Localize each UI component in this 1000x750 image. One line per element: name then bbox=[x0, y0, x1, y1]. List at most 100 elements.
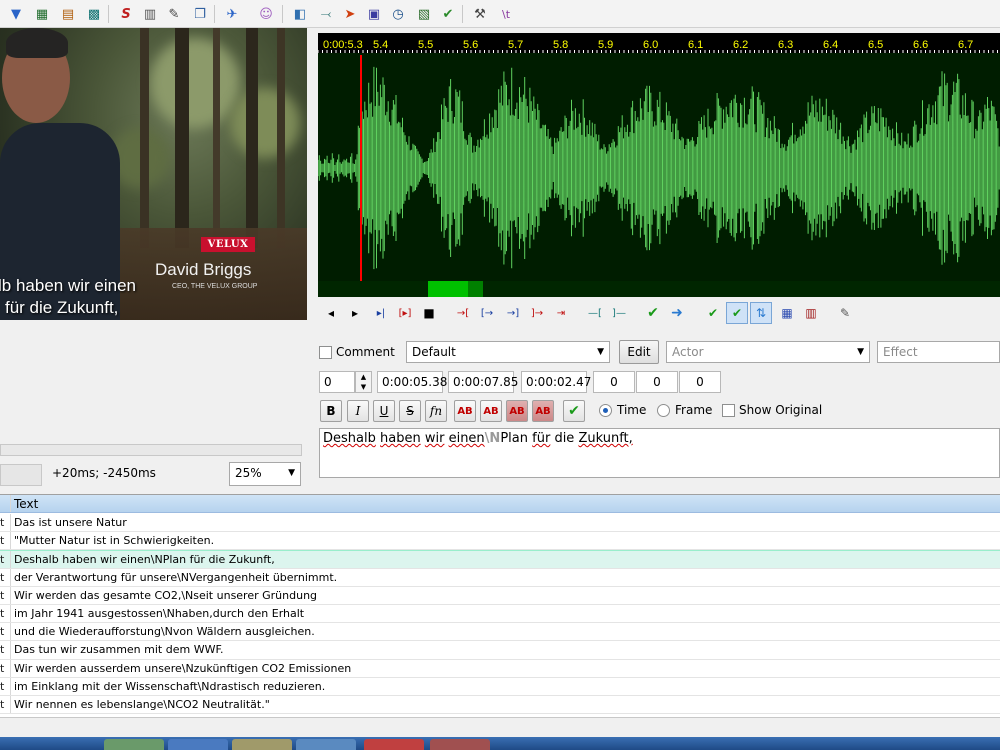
auto-commit-icon[interactable]: ✔ bbox=[702, 302, 724, 324]
play-selection-icon[interactable]: ▸| bbox=[370, 302, 392, 324]
video-subtitle-line2: für die Zukunft, bbox=[5, 298, 119, 317]
table-row[interactable]: t Das tun wir zusammen mit dem WWF. bbox=[0, 641, 1000, 660]
margin-left-field[interactable]: 0 bbox=[593, 371, 635, 393]
outline-color-button[interactable]: AB bbox=[506, 400, 528, 422]
table-row[interactable]: t der Verantwortung für unsere\NVergangen… bbox=[0, 568, 1000, 587]
table-row[interactable]: t im Jahr 1941 ausgestossen\Nhaben,durch … bbox=[0, 605, 1000, 624]
commit-check-icon[interactable]: ✔ bbox=[642, 302, 664, 324]
underline-button[interactable]: U bbox=[373, 400, 395, 422]
taskbar-item[interactable] bbox=[364, 739, 424, 750]
style-select[interactable]: Default ▼ bbox=[406, 341, 610, 363]
video-seek-bar[interactable] bbox=[0, 444, 302, 456]
stop-icon[interactable]: ■ bbox=[418, 302, 440, 324]
video-icon[interactable]: ▤ bbox=[58, 4, 78, 24]
auto-scroll-icon[interactable]: ⇅ bbox=[750, 302, 772, 324]
shadow-color-button[interactable]: AB bbox=[532, 400, 554, 422]
play-to-end-icon[interactable]: ⇥ bbox=[550, 302, 572, 324]
split-icon[interactable]: ◧ bbox=[290, 4, 310, 24]
attach-icon[interactable]: ✎ bbox=[164, 4, 184, 24]
notes-icon[interactable]: ▥ bbox=[140, 4, 160, 24]
actor-select[interactable]: Actor ▼ bbox=[666, 341, 870, 363]
properties-icon[interactable]: ▼ bbox=[6, 4, 26, 24]
time-radio[interactable] bbox=[599, 404, 612, 417]
table-row[interactable]: t im Einklang mit der Wissenschaft\Ndrast… bbox=[0, 677, 1000, 696]
taskbar-item[interactable] bbox=[430, 739, 490, 750]
margin-right-field[interactable]: 0 bbox=[636, 371, 678, 393]
automation-icon[interactable]: ✈ bbox=[222, 4, 242, 24]
play-before-icon[interactable]: →[ bbox=[452, 302, 474, 324]
effect-placeholder: Effect bbox=[883, 345, 918, 359]
prev-line-icon[interactable]: ◂ bbox=[320, 302, 342, 324]
table-row[interactable]: t Deshalb haben wir einen\NPlan für die Z… bbox=[0, 550, 1000, 569]
table-row[interactable]: t und die Wiederaufforstung\Nvon Wäldern … bbox=[0, 623, 1000, 642]
subtitle-text-editor[interactable]: Deshalb haben wir einen\NPlan für die Zu… bbox=[319, 428, 1000, 478]
tag-icon[interactable]: \t bbox=[496, 4, 516, 24]
margin-vertical-field[interactable]: 0 bbox=[679, 371, 721, 393]
italic-button[interactable]: I bbox=[347, 400, 369, 422]
table-row[interactable]: t Das ist unsere Natur bbox=[0, 514, 1000, 533]
taskbar-item[interactable] bbox=[232, 739, 292, 750]
layer-spinner[interactable]: ▲ ▼ bbox=[355, 371, 372, 393]
taskbar-item[interactable] bbox=[296, 739, 356, 750]
text-column-header[interactable]: Text bbox=[14, 497, 38, 511]
tools-icon[interactable]: ⚒ bbox=[470, 4, 490, 24]
lead-out-icon[interactable]: ]— bbox=[608, 302, 630, 324]
clock-icon[interactable]: ◷ bbox=[388, 4, 408, 24]
font-button[interactable]: fn bbox=[425, 400, 447, 422]
link-icon[interactable]: ⤙ bbox=[316, 4, 336, 24]
video-zoom-value: 25% bbox=[235, 466, 262, 480]
taskbar-item[interactable] bbox=[104, 739, 164, 750]
waveform-scrollbar-thumb[interactable] bbox=[428, 281, 468, 297]
avatar-icon[interactable]: ☺ bbox=[256, 4, 276, 24]
copy-icon[interactable]: ❐ bbox=[190, 4, 210, 24]
time-label: 6.7 bbox=[958, 39, 973, 51]
timing-icon[interactable]: ▩ bbox=[84, 4, 104, 24]
check-icon[interactable]: ✔ bbox=[438, 4, 458, 24]
fish-icon[interactable]: ➤ bbox=[340, 4, 360, 24]
text-word: einen bbox=[448, 431, 485, 446]
edit-style-button[interactable]: Edit bbox=[619, 340, 659, 364]
play-line-icon[interactable]: [▸] bbox=[394, 302, 416, 324]
goto-next-icon[interactable]: ➜ bbox=[666, 302, 688, 324]
bold-button[interactable]: B bbox=[320, 400, 342, 422]
start-time-field[interactable]: 0:00:05.38 bbox=[377, 371, 447, 393]
box-icon[interactable]: ▣ bbox=[364, 4, 384, 24]
row-text-cell: der Verantwortung für unsere\NVergangenh… bbox=[14, 570, 338, 584]
play-after-start-icon[interactable]: [→ bbox=[476, 302, 498, 324]
table-row[interactable]: t Wir werden ausserdem unsere\Nzukünftige… bbox=[0, 659, 1000, 678]
next-line-icon[interactable]: ▸ bbox=[344, 302, 366, 324]
timing-tool-icon[interactable]: ✎ bbox=[834, 302, 856, 324]
comment-checkbox[interactable] bbox=[319, 346, 332, 359]
secondary-color-button[interactable]: AB bbox=[480, 400, 502, 422]
auto-next-icon[interactable]: ✔ bbox=[726, 302, 748, 324]
taskbar-item[interactable] bbox=[168, 739, 228, 750]
commit-button[interactable]: ✔ bbox=[563, 400, 585, 422]
table-row[interactable]: t "Mutter Natur ist in Schwierigkeiten. bbox=[0, 532, 1000, 551]
table-row[interactable]: t Wir nennen es lebenslange\NCO2 Neutrali… bbox=[0, 696, 1000, 715]
frame-radio[interactable] bbox=[657, 404, 670, 417]
row-text-cell: im Jahr 1941 ausgestossen\Nhaben,durch d… bbox=[14, 607, 305, 620]
lead-in-icon[interactable]: —[ bbox=[584, 302, 606, 324]
play-before-end-icon[interactable]: →] bbox=[502, 302, 524, 324]
time-label: 6.0 bbox=[643, 39, 658, 51]
time-label: 5.9 bbox=[598, 39, 613, 51]
style-value: Default bbox=[412, 345, 456, 359]
video-zoom-select[interactable]: 25% ▼ bbox=[229, 462, 301, 486]
spectrum-icon[interactable]: ▦ bbox=[776, 302, 798, 324]
layer-field[interactable]: 0 bbox=[319, 371, 355, 393]
karaoke-icon[interactable]: ▥ bbox=[800, 302, 822, 324]
status-bar bbox=[0, 717, 1000, 737]
effect-field[interactable]: Effect bbox=[877, 341, 1000, 363]
end-time-field[interactable]: 0:00:07.85 bbox=[448, 371, 518, 393]
audio-waveform[interactable]: 0:00:5.3 5.4 5.5 5.6 5.7 5.8 5.9 6.0 6.1 6.2 6.3 6.… bbox=[318, 33, 1000, 297]
show-original-checkbox[interactable] bbox=[722, 404, 735, 417]
play-after-end-icon[interactable]: ]→ bbox=[526, 302, 548, 324]
zoom-icon[interactable]: ▧ bbox=[414, 4, 434, 24]
table-row[interactable]: t Wir werden das gesamte CO2,\Nseit unser… bbox=[0, 586, 1000, 605]
font-icon[interactable]: S bbox=[116, 4, 136, 24]
strikeout-button[interactable]: S bbox=[399, 400, 421, 422]
styles-icon[interactable]: ▦ bbox=[32, 4, 52, 24]
duration-field[interactable]: 0:00:02.47 bbox=[521, 371, 591, 393]
primary-color-button[interactable]: AB bbox=[454, 400, 476, 422]
video-display[interactable]: VELUX David Briggs CEO, THE VELUX GROUP … bbox=[0, 28, 307, 320]
